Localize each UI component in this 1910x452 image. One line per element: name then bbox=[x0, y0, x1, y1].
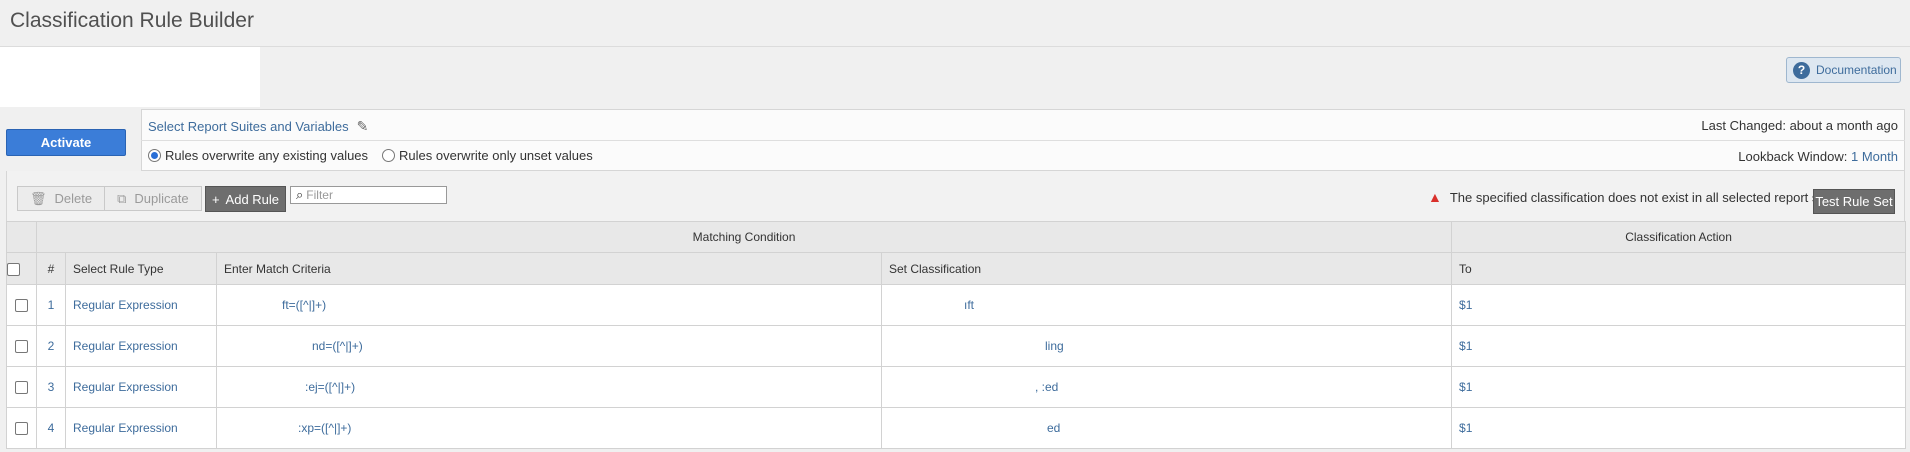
overwrite-unset-option[interactable]: Rules overwrite only unset values bbox=[382, 148, 593, 163]
rule-type-column-header: Select Rule Type bbox=[65, 252, 217, 285]
row-number: 3 bbox=[36, 366, 66, 408]
overwrite-unset-label: Rules overwrite only unset values bbox=[399, 148, 593, 163]
set-classification-cell[interactable]: , :ed bbox=[880, 366, 1453, 408]
row-checkbox[interactable] bbox=[15, 422, 28, 436]
row-number: 4 bbox=[36, 407, 66, 449]
rule-type-cell[interactable]: Regular Expression bbox=[65, 407, 217, 449]
to-cell[interactable]: $1 bbox=[1451, 284, 1907, 326]
to-cell[interactable]: $1 bbox=[1451, 366, 1907, 408]
add-rule-label: Add Rule bbox=[225, 191, 280, 207]
to-cell[interactable]: $1 bbox=[1451, 407, 1907, 449]
criteria-text: :xp=([^|]+) bbox=[298, 421, 352, 435]
last-changed-text: Last Changed: about a month ago bbox=[1701, 118, 1898, 133]
documentation-label: Documentation bbox=[1816, 63, 1897, 77]
classification-text: ıft bbox=[964, 298, 975, 312]
rule-type-cell[interactable]: Regular Expression bbox=[65, 284, 217, 326]
set-classification-column-header: Set Classification bbox=[880, 252, 1453, 285]
overwrite-any-label: Rules overwrite any existing values bbox=[165, 148, 369, 163]
title-divider bbox=[0, 46, 1910, 47]
set-classification-cell[interactable]: ed bbox=[880, 407, 1453, 449]
filter-input[interactable] bbox=[306, 188, 437, 202]
add-rule-button[interactable]: + Add Rule bbox=[205, 186, 286, 212]
row-checkbox[interactable] bbox=[15, 381, 28, 395]
lookback-label: Lookback Window: bbox=[1738, 149, 1848, 164]
test-rule-set-button[interactable]: Test Rule Set bbox=[1813, 189, 1895, 214]
row-number: 2 bbox=[36, 325, 66, 367]
classification-text: , :ed bbox=[1035, 380, 1059, 394]
criteria-cell[interactable]: ft=([^|]+) bbox=[216, 284, 882, 326]
set-classification-cell[interactable]: ıft bbox=[880, 284, 1453, 326]
select-all-cell bbox=[6, 252, 37, 285]
lookback-window: Lookback Window: 1 Month bbox=[1738, 149, 1898, 164]
set-classification-cell[interactable]: ling bbox=[880, 325, 1453, 367]
header-blank-panel bbox=[0, 47, 260, 107]
rules-table: Matching Condition Classification Action… bbox=[6, 221, 1907, 449]
rule-type-cell[interactable]: Regular Expression bbox=[65, 325, 217, 367]
warning-text: The specified classification does not ex… bbox=[1449, 189, 1846, 205]
duplicate-icon: ⧉ bbox=[117, 190, 127, 206]
overwrite-any-option[interactable]: Rules overwrite any existing values bbox=[148, 148, 368, 163]
plus-icon: + bbox=[211, 191, 220, 207]
select-report-suites-label: Select Report Suites and Variables bbox=[148, 119, 349, 134]
trash-icon: 🗑 bbox=[30, 190, 47, 206]
documentation-button[interactable]: ? Documentation bbox=[1786, 57, 1901, 83]
matching-condition-header: Matching Condition bbox=[35, 221, 1453, 253]
lookback-value-link[interactable]: 1 Month bbox=[1851, 149, 1898, 164]
criteria-cell[interactable]: :xp=([^|]+) bbox=[216, 407, 882, 449]
overwrite-any-radio[interactable] bbox=[148, 149, 161, 162]
search-icon: ⌕ bbox=[296, 187, 304, 202]
to-cell[interactable]: $1 bbox=[1451, 325, 1907, 367]
criteria-cell[interactable]: :ej=([^|]+) bbox=[216, 366, 882, 408]
rule-type-cell[interactable]: Regular Expression bbox=[65, 366, 217, 408]
duplicate-label: Duplicate bbox=[134, 191, 189, 206]
classification-text: ed bbox=[1047, 421, 1061, 435]
overwrite-unset-radio[interactable] bbox=[382, 149, 396, 162]
row-checkbox[interactable] bbox=[15, 299, 28, 313]
settings-divider bbox=[141, 140, 1905, 141]
criteria-text: nd=([^|]+) bbox=[312, 339, 363, 353]
table-row[interactable]: 3 Regular Expression :ej=([^|]+) , :ed $… bbox=[6, 366, 1907, 408]
activate-button[interactable]: Activate bbox=[6, 129, 126, 156]
to-column-header: To bbox=[1451, 252, 1907, 285]
row-checkbox[interactable] bbox=[15, 340, 28, 354]
help-icon: ? bbox=[1793, 61, 1810, 79]
corner-cell bbox=[6, 221, 37, 253]
page-title: Classification Rule Builder bbox=[10, 9, 254, 32]
duplicate-button[interactable]: ⧉ Duplicate bbox=[105, 186, 202, 211]
criteria-text: ft=([^|]+) bbox=[282, 298, 327, 312]
criteria-cell[interactable]: nd=([^|]+) bbox=[216, 325, 882, 367]
pencil-icon[interactable]: ✎ bbox=[357, 118, 369, 135]
criteria-column-header: Enter Match Criteria bbox=[216, 252, 882, 285]
overwrite-options: Rules overwrite any existing values Rule… bbox=[148, 148, 607, 163]
classification-warning: ▲ The specified classification does not … bbox=[1428, 189, 1846, 205]
delete-label: Delete bbox=[54, 191, 93, 206]
table-row[interactable]: 4 Regular Expression :xp=([^|]+) ed $1 bbox=[6, 407, 1907, 449]
table-row[interactable]: 2 Regular Expression nd=([^|]+) ling $1 bbox=[6, 325, 1907, 367]
delete-button[interactable]: 🗑 Delete bbox=[17, 186, 106, 211]
warning-icon: ▲ bbox=[1428, 189, 1442, 205]
classification-text: ling bbox=[1045, 339, 1064, 353]
classification-action-header: Classification Action bbox=[1451, 221, 1907, 253]
filter-field[interactable]: ⌕ bbox=[290, 186, 447, 204]
table-row[interactable]: 1 Regular Expression ft=([^|]+) ıft $1 bbox=[6, 284, 1907, 326]
select-report-suites-link[interactable]: Select Report Suites and Variables ✎ bbox=[148, 118, 368, 135]
num-column-header: # bbox=[36, 252, 66, 285]
row-action-group: 🗑 Delete ⧉ Duplicate bbox=[17, 186, 202, 211]
criteria-text: :ej=([^|]+) bbox=[305, 380, 356, 394]
select-all-checkbox[interactable] bbox=[7, 262, 20, 276]
row-number: 1 bbox=[36, 284, 66, 326]
